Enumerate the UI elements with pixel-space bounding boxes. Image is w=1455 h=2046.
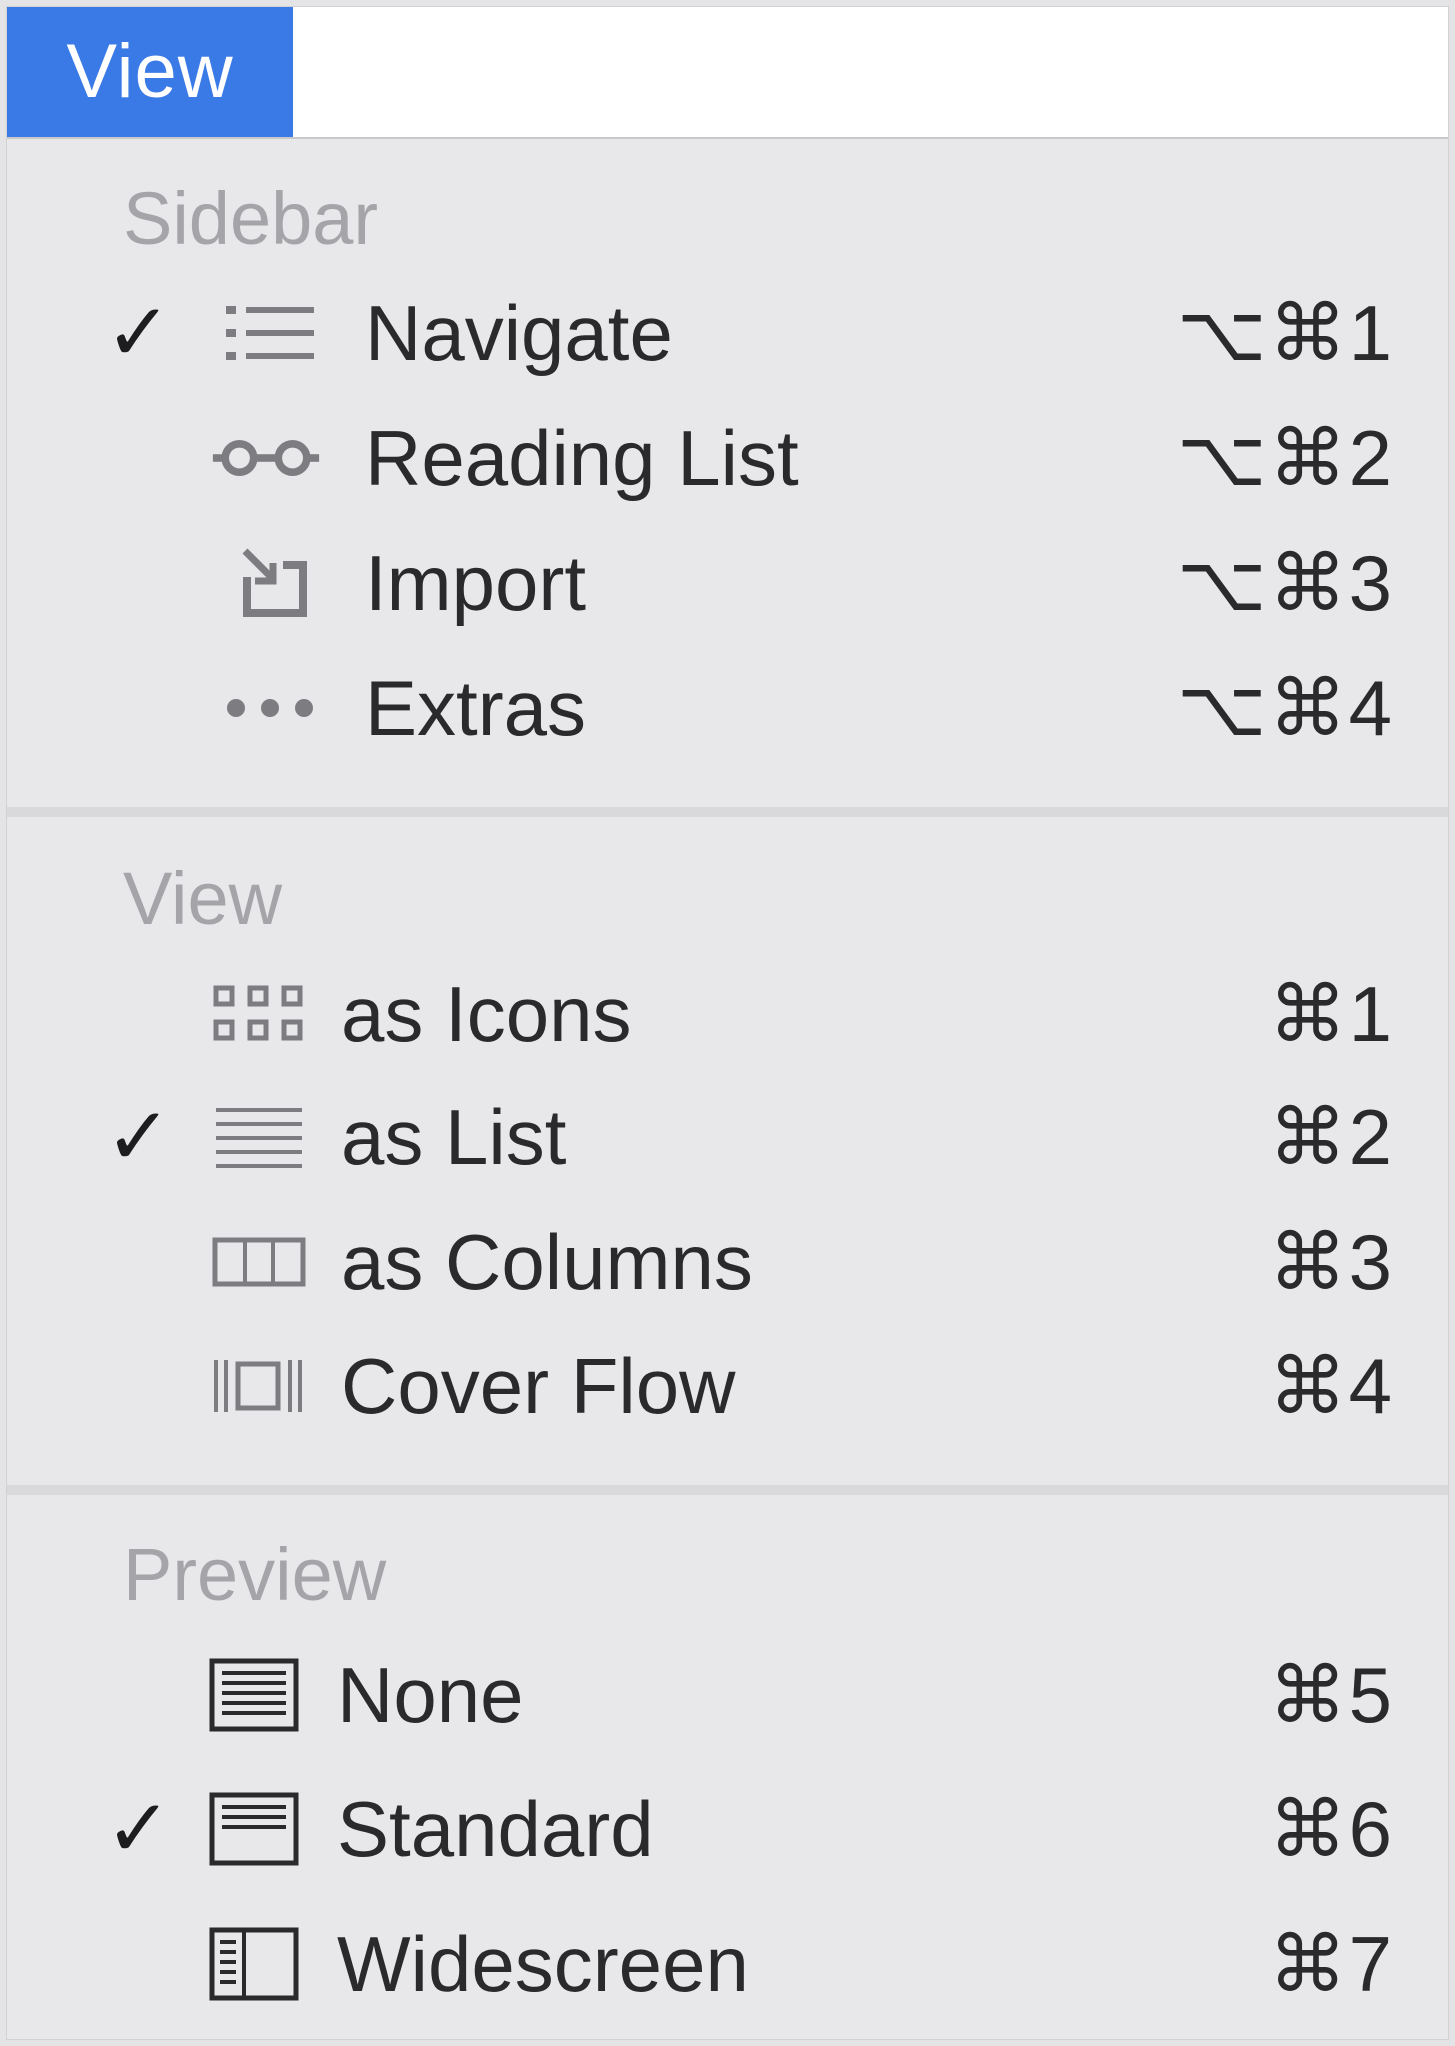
menu-item-label: as Columns <box>341 1218 753 1306</box>
view-menu-title[interactable]: View <box>7 7 293 137</box>
menu-item-standard[interactable]: ✓ Standard ⌘6 <box>7 1769 1448 1889</box>
menu-item-label: Cover Flow <box>341 1342 736 1430</box>
icon-grid-icon <box>203 954 313 1074</box>
checkmark-icon: ✓ <box>105 1784 173 1873</box>
checkmark-icon: ✓ <box>105 1092 173 1181</box>
cover-flow-icon <box>203 1326 313 1446</box>
preview-section: Preview None ⌘5 ✓ Standard ⌘6 Widescreen… <box>7 1495 1448 2039</box>
preview-none-icon <box>199 1635 309 1755</box>
menu-item-navigate[interactable]: ✓ Navigate ⌥⌘1 <box>7 273 1448 393</box>
view-section: View as Icons ⌘1 ✓ as List ⌘2 as Columns… <box>7 817 1448 1485</box>
menu-item-cover-flow[interactable]: Cover Flow ⌘4 <box>7 1326 1448 1446</box>
menu-item-shortcut: ⌘2 <box>1268 1093 1394 1181</box>
menu-item-shortcut: ⌥⌘2 <box>1176 414 1394 502</box>
menu-separator <box>7 807 1448 817</box>
menu-item-shortcut: ⌥⌘4 <box>1176 664 1394 752</box>
menu-item-label: Reading List <box>365 414 799 502</box>
menu-separator <box>7 1485 1448 1495</box>
menu-item-shortcut: ⌘7 <box>1268 1920 1394 2008</box>
menu-item-reading-list[interactable]: Reading List ⌥⌘2 <box>7 398 1448 518</box>
menu-bar: View <box>7 7 1448 139</box>
menu-item-label: Widescreen <box>337 1920 749 2008</box>
menu-item-label: Navigate <box>365 289 673 377</box>
menu-item-extras[interactable]: Extras ⌥⌘4 <box>7 648 1448 768</box>
list-bullets-icon <box>215 273 325 393</box>
menu-item-shortcut: ⌘5 <box>1268 1651 1394 1739</box>
glasses-icon <box>211 398 321 518</box>
ellipsis-icon <box>215 648 325 768</box>
menu-item-label: Standard <box>337 1785 654 1873</box>
menu-item-as-list[interactable]: ✓ as List ⌘2 <box>7 1077 1448 1197</box>
view-menu-window: View Sidebar ✓ Navigate ⌥⌘1 Reading List… <box>6 6 1449 2040</box>
import-arrow-icon <box>215 523 325 643</box>
menu-item-shortcut: ⌘1 <box>1268 970 1394 1058</box>
sidebar-section: Sidebar ✓ Navigate ⌥⌘1 Reading List ⌥⌘2 … <box>7 139 1448 807</box>
menu-item-shortcut: ⌘4 <box>1268 1342 1394 1430</box>
checkmark-icon: ✓ <box>105 288 173 377</box>
section-header-view: View <box>123 857 283 940</box>
section-header-preview: Preview <box>123 1533 387 1616</box>
menu-item-shortcut: ⌘3 <box>1268 1218 1394 1306</box>
menu-item-label: as Icons <box>341 970 632 1058</box>
columns-icon <box>203 1202 313 1322</box>
menu-item-none[interactable]: None ⌘5 <box>7 1635 1448 1755</box>
preview-standard-icon <box>199 1769 309 1889</box>
menu-item-as-icons[interactable]: as Icons ⌘1 <box>7 954 1448 1074</box>
menu-item-shortcut: ⌘6 <box>1268 1785 1394 1873</box>
section-header-sidebar: Sidebar <box>123 177 379 260</box>
menu-item-shortcut: ⌥⌘1 <box>1176 289 1394 377</box>
menu-item-as-columns[interactable]: as Columns ⌘3 <box>7 1202 1448 1322</box>
menu-item-label: as List <box>341 1093 567 1181</box>
menu-item-label: Import <box>365 539 587 627</box>
menu-item-label: Extras <box>365 664 587 752</box>
menu-item-import[interactable]: Import ⌥⌘3 <box>7 523 1448 643</box>
menu-item-widescreen[interactable]: Widescreen ⌘7 <box>7 1904 1448 2024</box>
preview-widescreen-icon <box>199 1904 309 2024</box>
menu-item-shortcut: ⌥⌘3 <box>1176 539 1394 627</box>
menu-item-label: None <box>337 1651 524 1739</box>
list-lines-icon <box>203 1077 313 1197</box>
